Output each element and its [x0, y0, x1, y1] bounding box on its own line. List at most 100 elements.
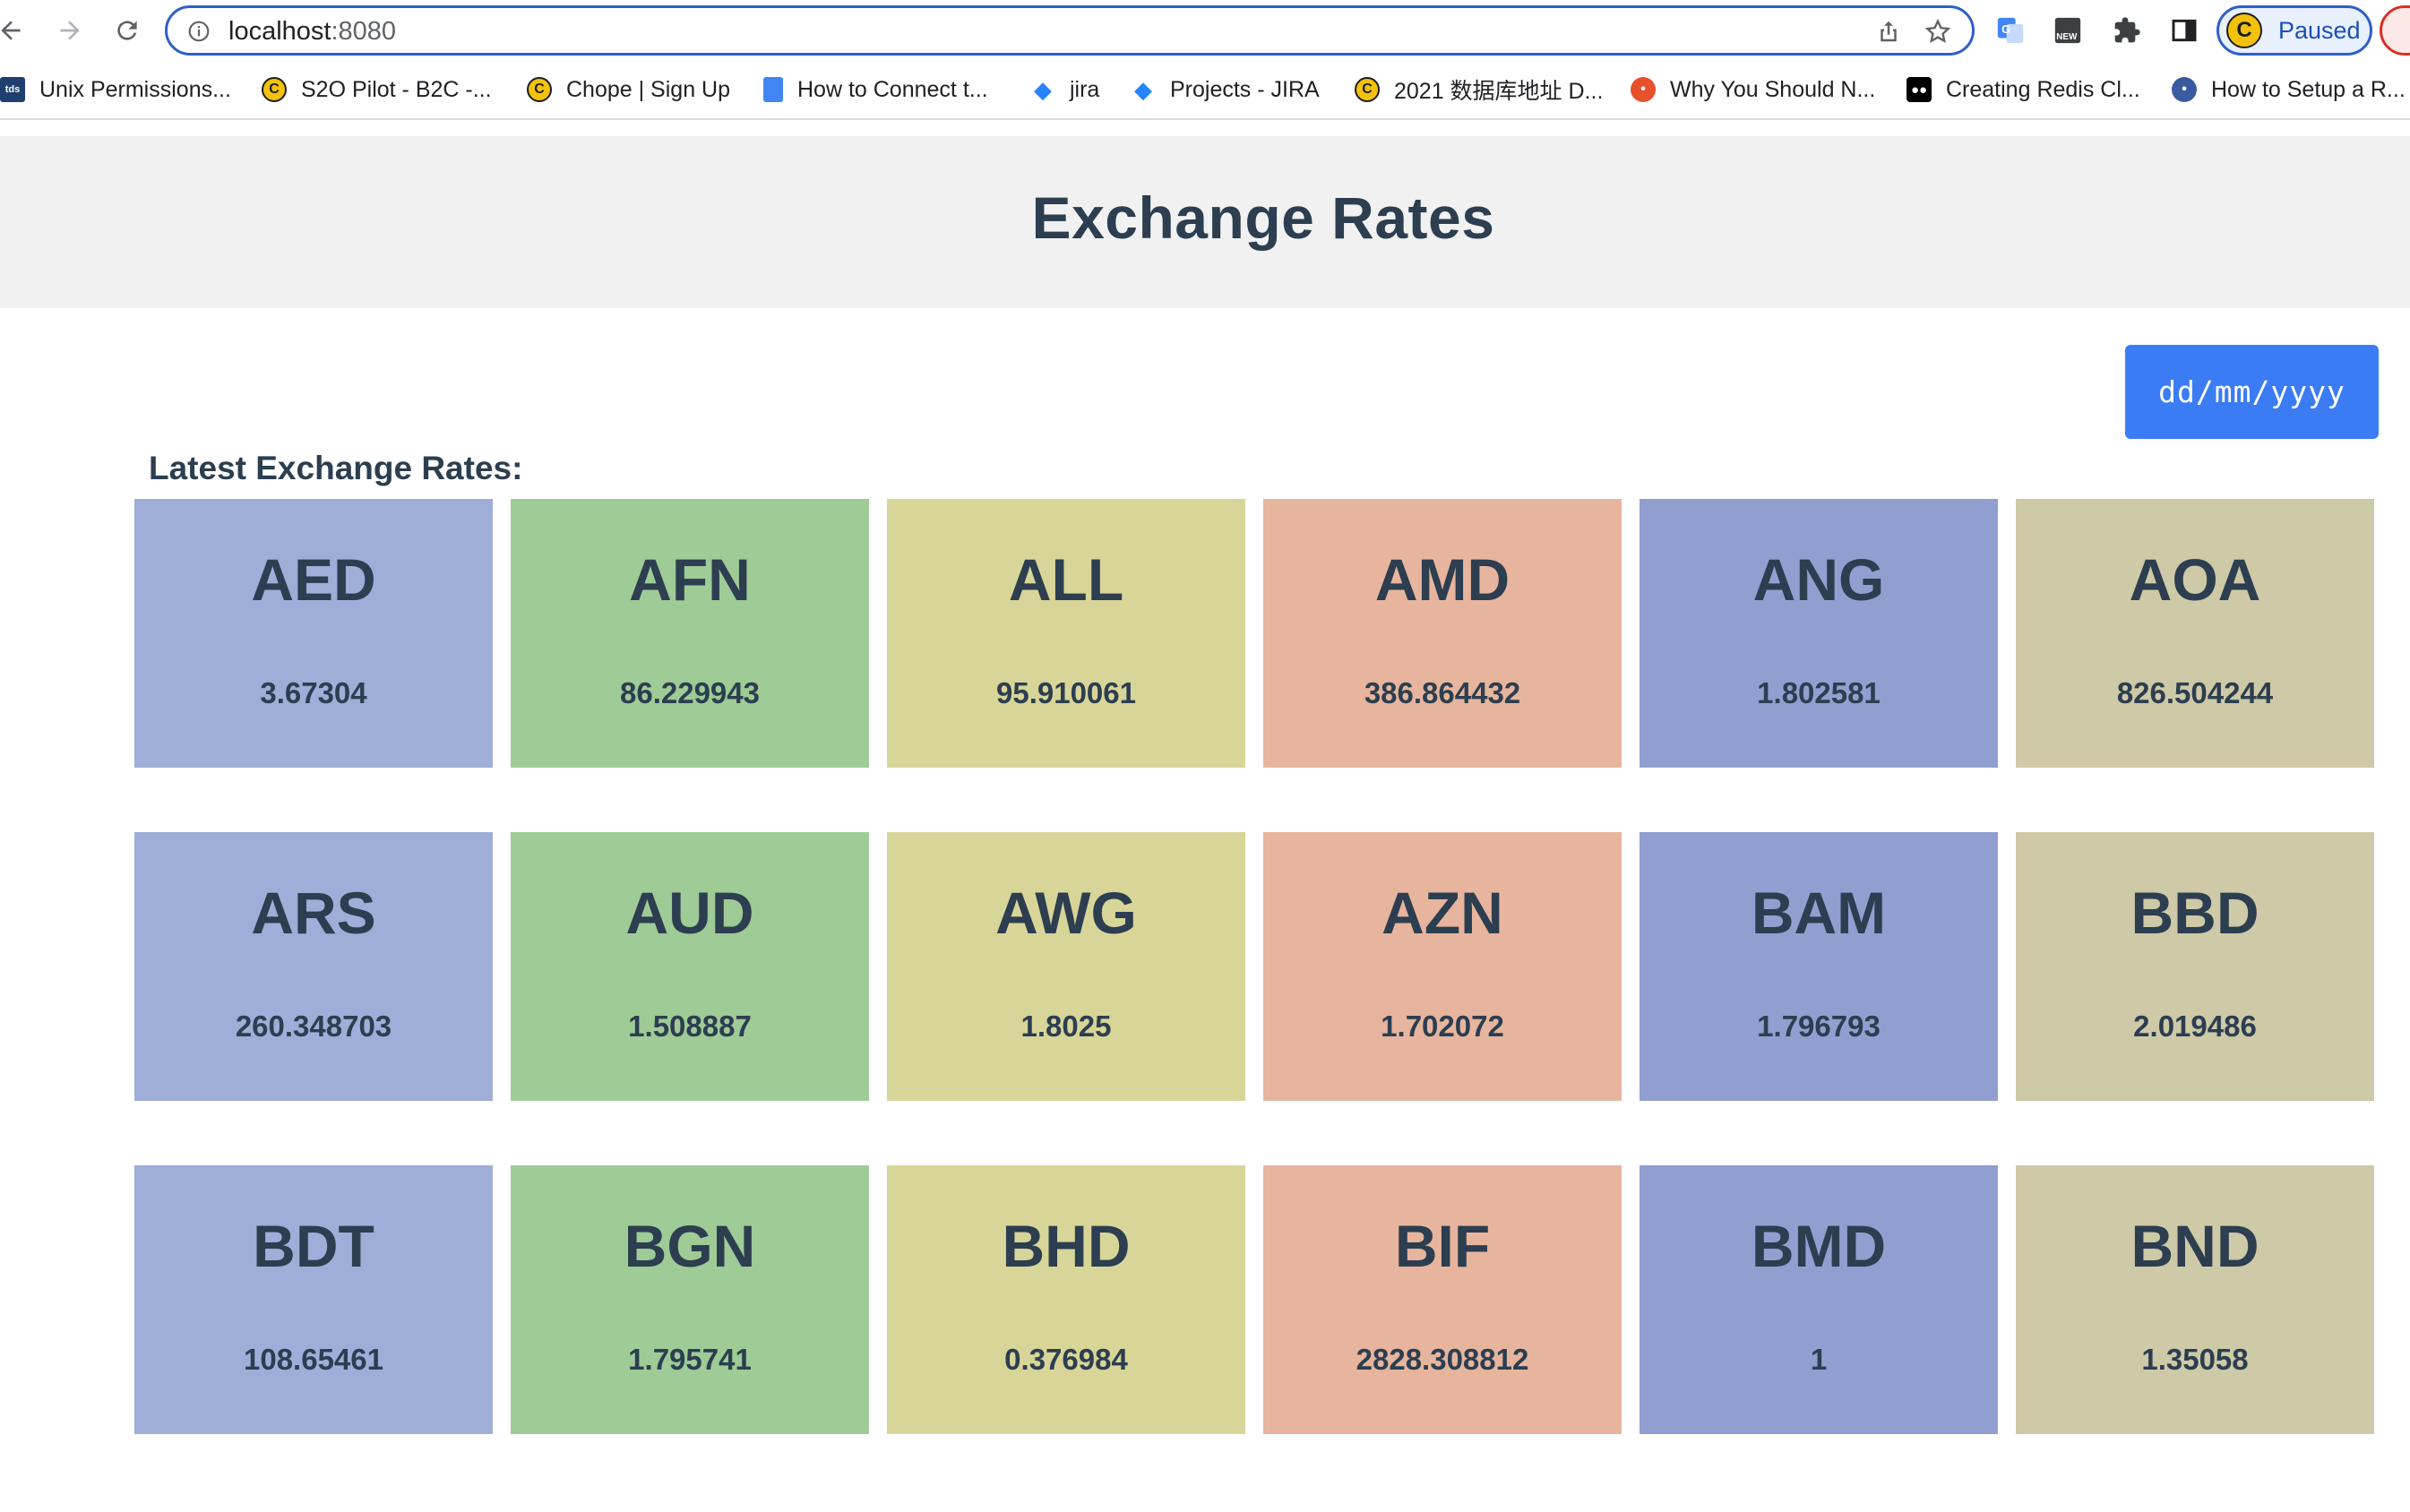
currency-code: AWG — [995, 880, 1137, 946]
currency-code: BHD — [1002, 1213, 1131, 1279]
date-picker-button[interactable]: dd/mm/yyyy — [2125, 345, 2379, 439]
bookmark-item[interactable]: C S2O Pilot - B2C -... — [262, 73, 492, 106]
bookmark-item[interactable]: • How to Setup a R... — [2172, 73, 2406, 106]
bookmark-item[interactable]: ◆ Projects - JIRA — [1131, 73, 1320, 106]
rate-card-bhd[interactable]: BHD 0.376984 — [887, 1165, 1245, 1434]
exchange-rate-value: 2828.308812 — [1356, 1343, 1529, 1376]
exchange-rate-value: 1.802581 — [1757, 676, 1881, 709]
exchange-rate-value: 1.702072 — [1381, 1009, 1504, 1043]
update-chip[interactable] — [2380, 5, 2410, 56]
currency-code: AED — [251, 546, 376, 613]
rate-card-azn[interactable]: AZN 1.702072 — [1263, 832, 1622, 1101]
rates-row: ARS 260.348703 AUD 1.508887 AWG 1.8025 AZN 1.70… — [134, 832, 2376, 1101]
rates-row: BDT 108.65461 BGN 1.795741 BHD 0.376984 BIF 282… — [134, 1165, 2376, 1434]
currency-code: ANG — [1752, 546, 1885, 613]
currency-code: AZN — [1381, 880, 1503, 946]
google-translate-extension[interactable]: G — [1994, 14, 2027, 47]
side-panel-button[interactable] — [2168, 14, 2200, 47]
bookmark-favicon-icon: C — [1355, 77, 1380, 102]
rate-card-all[interactable]: ALL 95.910061 — [887, 499, 1245, 768]
bookmark-star-icon[interactable] — [1924, 17, 1952, 46]
rate-card-bnd[interactable]: BND 1.35058 — [2016, 1165, 2374, 1434]
currency-code: AFN — [629, 546, 751, 613]
exchange-rate-value: 1.796793 — [1757, 1009, 1881, 1043]
bookmark-item[interactable]: C 2021 数据库地址 D... — [1355, 73, 1603, 106]
share-icon[interactable] — [1875, 18, 1902, 45]
rate-card-aud[interactable]: AUD 1.508887 — [511, 832, 869, 1101]
rates-row: AED 3.67304 AFN 86.229943 ALL 95.910061 AMD 386… — [134, 499, 2376, 768]
bookmark-favicon-icon: • — [2172, 77, 2197, 102]
currency-code: BGN — [624, 1213, 756, 1279]
rate-card-bam[interactable]: BAM 1.796793 — [1640, 832, 1998, 1101]
new-extension[interactable]: NEW — [2052, 14, 2084, 47]
section-heading: Latest Exchange Rates: — [149, 450, 523, 486]
profile-button[interactable]: C Paused — [2216, 5, 2372, 56]
currency-code: AUD — [625, 880, 754, 946]
rate-card-aed[interactable]: AED 3.67304 — [134, 499, 493, 768]
profile-status: Paused — [2278, 16, 2361, 44]
rate-card-bif[interactable]: BIF 2828.308812 — [1263, 1165, 1622, 1434]
exchange-rate-value: 260.348703 — [235, 1009, 392, 1043]
bookmarks-bar: tds Unix Permissions... C S2O Pilot - B2C -… — [0, 61, 2410, 120]
puzzle-icon — [2114, 17, 2140, 43]
currency-code: BMD — [1751, 1213, 1887, 1279]
exchange-rate-value: 2.019486 — [2133, 1009, 2257, 1043]
bookmark-item[interactable]: tds Unix Permissions... — [0, 73, 231, 106]
exchange-rate-value: 386.864432 — [1364, 676, 1521, 709]
google-translate-icon: G — [1997, 17, 2024, 44]
bookmark-favicon-icon: C — [527, 77, 552, 102]
info-icon[interactable] — [187, 20, 211, 43]
currency-code: BND — [2130, 1213, 2259, 1279]
forward-button[interactable] — [50, 11, 90, 50]
exchange-rate-value: 86.229943 — [620, 676, 760, 709]
exchange-rate-value: 95.910061 — [996, 676, 1136, 709]
exchange-rate-value: 3.67304 — [260, 676, 367, 709]
exchange-rate-value: 1.508887 — [628, 1009, 752, 1043]
bookmark-label: How to Setup a R... — [2211, 76, 2406, 102]
arrow-left-icon — [1, 21, 21, 40]
rate-card-bmd[interactable]: BMD 1 — [1640, 1165, 1998, 1434]
bookmark-label: 2021 数据库地址 D... — [1394, 79, 1604, 104]
bookmark-item[interactable]: • Why You Should N... — [1631, 73, 1875, 106]
extensions-button[interactable] — [2111, 14, 2143, 47]
rate-card-awg[interactable]: AWG 1.8025 — [887, 832, 1245, 1101]
rate-card-bdt[interactable]: BDT 108.65461 — [134, 1165, 493, 1434]
svg-text:G: G — [2001, 22, 2010, 36]
side-panel-icon — [2172, 19, 2197, 42]
bookmark-label: Unix Permissions... — [39, 76, 231, 102]
currency-code: AMD — [1374, 546, 1511, 613]
bookmark-favicon-icon: C — [262, 77, 287, 102]
bookmark-label: jira — [1070, 76, 1100, 102]
bookmark-favicon-icon: ◆ — [1034, 75, 1052, 103]
reload-button[interactable] — [108, 11, 147, 50]
rate-card-ars[interactable]: ARS 260.348703 — [134, 832, 493, 1101]
avatar: C — [2226, 13, 2262, 48]
currency-code: BAM — [1751, 880, 1887, 946]
rate-card-bbd[interactable]: BBD 2.019486 — [2016, 832, 2374, 1101]
bookmark-favicon-icon: • — [1631, 77, 1656, 102]
url-host: localhost — [228, 17, 331, 46]
exchange-rate-value: 1 — [1810, 1343, 1828, 1376]
address-bar[interactable]: localhost:8080 — [165, 5, 1975, 56]
exchange-rate-value: 0.376984 — [1004, 1343, 1128, 1376]
currency-code: BDT — [253, 1213, 374, 1279]
bookmark-item[interactable]: How to Connect t... — [763, 73, 988, 106]
rate-card-ang[interactable]: ANG 1.802581 — [1640, 499, 1998, 768]
bookmark-favicon-icon: ◆ — [1134, 75, 1152, 103]
bookmark-item[interactable]: ◆ jira — [1030, 73, 1099, 106]
bookmark-item[interactable]: ●● Creating Redis Cl... — [1906, 73, 2140, 106]
reload-icon — [117, 21, 137, 40]
exchange-rate-value: 826.504244 — [2116, 676, 2274, 709]
rate-card-amd[interactable]: AMD 386.864432 — [1263, 499, 1622, 768]
bookmark-label: S2O Pilot - B2C -... — [301, 76, 492, 102]
bookmark-label: How to Connect t... — [797, 76, 988, 102]
bookmark-item[interactable]: C Chope | Sign Up — [527, 73, 730, 106]
rate-card-afn[interactable]: AFN 86.229943 — [511, 499, 869, 768]
rate-card-bgn[interactable]: BGN 1.795741 — [511, 1165, 869, 1434]
back-button[interactable] — [0, 11, 30, 50]
exchange-rate-value: 1.795741 — [628, 1343, 752, 1376]
url-text[interactable]: localhost:8080 — [228, 17, 396, 46]
page-title: Exchange Rates — [1031, 185, 1495, 251]
rate-card-aoa[interactable]: AOA 826.504244 — [2016, 499, 2374, 768]
url-port: :8080 — [331, 17, 397, 46]
